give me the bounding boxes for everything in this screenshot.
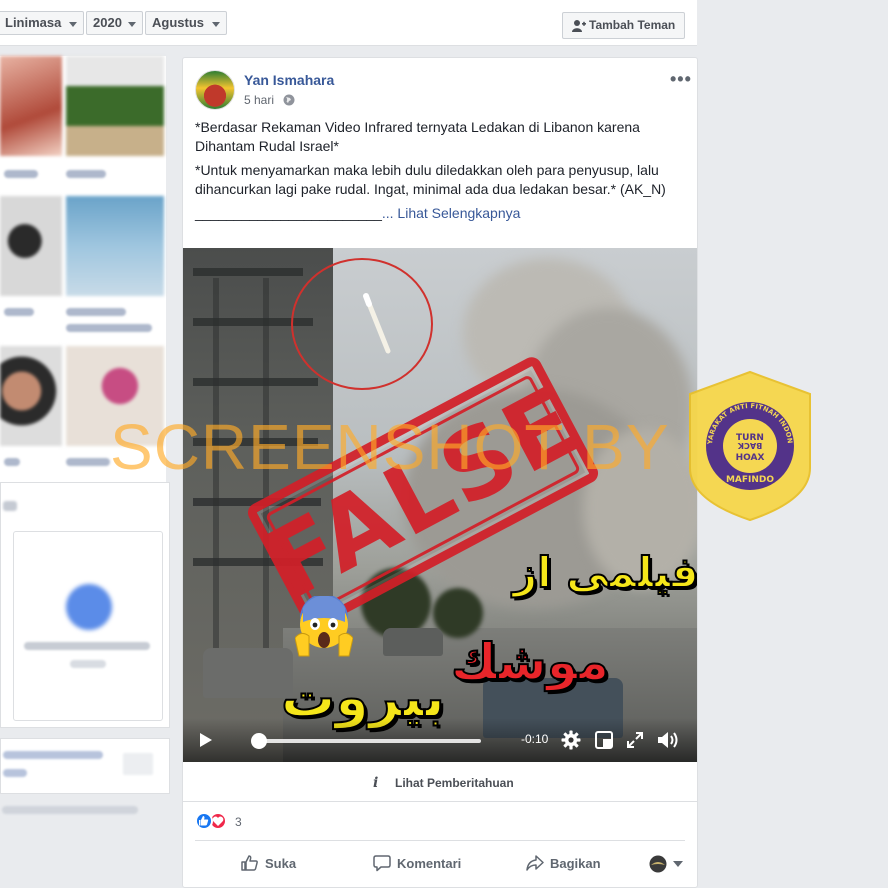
logo-bottom-text: MAFINDO — [726, 475, 774, 485]
comment-label: Komentari — [397, 856, 462, 871]
like-label: Suka — [265, 856, 297, 871]
share-label: Bagikan — [550, 856, 601, 871]
friend-photo[interactable] — [0, 346, 62, 446]
friend-name — [66, 458, 110, 466]
add-person-icon — [572, 20, 586, 32]
like-button[interactable]: Suka — [241, 854, 296, 872]
footer-links — [2, 806, 138, 814]
video-caption-line-2: موشك — [450, 632, 610, 692]
picture-in-picture-icon[interactable] — [595, 731, 613, 749]
globe-icon — [283, 94, 295, 106]
post-card: Yan Ismahara 5 hari ••• *Berdasar Rekama… — [182, 57, 698, 888]
section-heading — [3, 501, 17, 511]
page-avatar — [66, 584, 112, 630]
highlight-circle — [291, 258, 433, 390]
more-options-icon[interactable]: ••• — [670, 70, 692, 88]
friend-name — [66, 308, 126, 316]
filter-bar: Linimasa 2020 Agustus Tambah Teman — [0, 0, 697, 46]
share-arrow-icon — [526, 855, 544, 871]
post-meta: 5 hari — [244, 93, 295, 107]
post-separator: ________________________ — [195, 205, 382, 221]
view-notice-label: Lihat Pemberitahuan — [395, 776, 514, 790]
play-icon[interactable] — [199, 732, 213, 748]
post-separator-line: ________________________... Lihat Seleng… — [195, 204, 675, 223]
add-friend-label: Tambah Teman — [589, 18, 676, 32]
share-button[interactable]: Bagikan — [526, 854, 601, 872]
post-body: *Berdasar Rekaman Video Infrared ternyat… — [195, 118, 675, 229]
video-time-remaining: -0:10 — [521, 732, 549, 746]
month-select[interactable]: Agustus — [145, 11, 227, 35]
thumbs-up-icon — [241, 855, 258, 871]
mafindo-logo: MASYARAKAT ANTI FITNAH INDONESIA TURN BA… — [688, 370, 811, 522]
friend-photo[interactable] — [66, 196, 164, 296]
friends-photo-grid — [0, 56, 166, 516]
video-player[interactable]: FALSE فیلمی از موشك بیروت -0:10 — [183, 248, 697, 762]
author-avatar[interactable] — [195, 70, 235, 110]
settings-gear-icon[interactable] — [561, 730, 581, 750]
link-action-button[interactable] — [123, 753, 153, 775]
friend-photo[interactable] — [66, 346, 164, 446]
link-text — [3, 751, 103, 759]
info-icon: i — [373, 775, 379, 791]
friend-photo[interactable] — [0, 56, 62, 156]
comment-button[interactable]: Komentari — [373, 854, 461, 872]
friend-name — [4, 458, 20, 466]
year-select[interactable]: 2020 — [86, 11, 143, 35]
chevron-down-icon — [673, 861, 684, 867]
chevron-down-icon — [128, 22, 136, 27]
month-select-value: Agustus — [152, 15, 204, 30]
video-progress-bar[interactable] — [259, 739, 481, 743]
video-caption-line-1: فیلمی از — [512, 547, 697, 598]
timeline-select-value: Linimasa — [5, 15, 62, 30]
logo-line-2: BACK — [737, 441, 762, 450]
post-as-selector[interactable] — [649, 855, 684, 873]
reaction-count: 3 — [235, 815, 242, 829]
see-more-link[interactable]: ... Lihat Selengkapnya — [382, 205, 521, 221]
friend-photo[interactable] — [0, 196, 62, 296]
timeline-select[interactable]: Linimasa — [0, 11, 84, 35]
fullscreen-icon[interactable] — [627, 732, 643, 748]
post-paragraph-1: *Berdasar Rekaman Video Infrared ternyat… — [195, 119, 640, 154]
page-meta — [70, 660, 106, 668]
video-scrubber-handle[interactable] — [251, 733, 267, 749]
video-controls: -0:10 — [183, 718, 697, 762]
profile-thumbnail-icon — [649, 855, 667, 873]
friend-name — [4, 170, 38, 178]
chevron-down-icon — [212, 22, 220, 27]
screaming-face-icon — [295, 596, 353, 657]
post-time[interactable]: 5 hari — [244, 93, 274, 107]
pages-card — [0, 482, 170, 728]
friend-name — [4, 308, 34, 316]
add-friend-button[interactable]: Tambah Teman — [562, 12, 685, 39]
page-suggestion-box[interactable] — [13, 531, 163, 721]
friend-name — [66, 170, 106, 178]
post-paragraph-2: *Untuk menyamarkan maka lebih dulu diled… — [195, 162, 666, 197]
like-reaction-icon — [195, 812, 213, 830]
action-divider — [195, 840, 685, 841]
links-card — [0, 738, 170, 794]
left-sidebar — [0, 46, 170, 888]
volume-icon[interactable] — [657, 730, 679, 750]
friend-name — [66, 324, 152, 332]
author-name[interactable]: Yan Ismahara — [244, 72, 334, 88]
comment-icon — [373, 855, 391, 872]
friend-photo[interactable] — [66, 56, 164, 156]
chevron-down-icon — [69, 22, 77, 27]
year-select-value: 2020 — [93, 15, 122, 30]
logo-line-3: HOAX — [736, 453, 765, 463]
link-text — [3, 769, 27, 777]
page-name — [24, 642, 150, 650]
view-notice-bar[interactable]: i Lihat Pemberitahuan — [183, 762, 697, 802]
